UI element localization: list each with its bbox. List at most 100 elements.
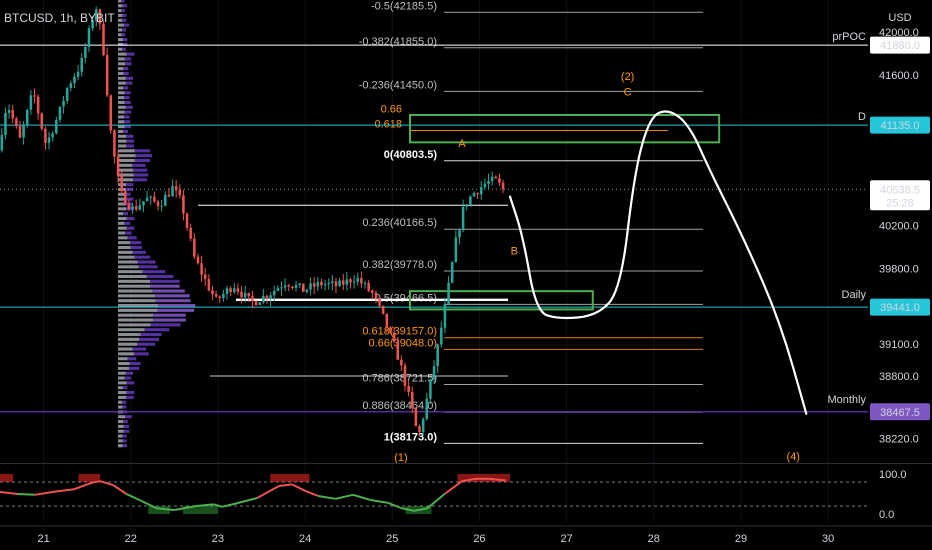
volume-profile-bar-grey xyxy=(118,81,126,85)
volume-profile-bar-purple xyxy=(123,429,130,433)
price-label-text[interactable]: 41135.0 xyxy=(881,120,920,132)
volume-profile-bar-grey xyxy=(118,400,123,404)
volume-profile-bar-purple xyxy=(122,400,127,404)
candle-bear xyxy=(156,201,160,207)
overbought-zone xyxy=(0,474,14,482)
volume-profile-bar-grey xyxy=(118,265,139,269)
candle-bear xyxy=(247,292,251,297)
volume-profile-bar-grey xyxy=(118,231,126,235)
price-label-text[interactable]: 41880.0 xyxy=(880,40,920,52)
price-tick-label[interactable]: 41600.0 xyxy=(879,70,919,82)
candle-bear xyxy=(182,195,185,214)
fib-level-label: 0(40803.5) xyxy=(384,149,438,161)
candle-bull xyxy=(345,279,349,285)
candle-bear xyxy=(320,281,323,286)
candle-bear xyxy=(396,341,399,360)
candle-bull xyxy=(160,205,163,207)
volume-profile-bar-grey xyxy=(118,342,138,346)
volume-profile-bar-grey xyxy=(118,178,134,182)
fib-level-label: -0.5(42185.5) xyxy=(371,0,437,12)
volume-profile-bar-purple xyxy=(132,347,147,351)
candle-bear xyxy=(302,283,305,292)
volume-profile-bar-purple xyxy=(130,245,142,250)
candle-bear xyxy=(385,313,389,328)
oscillator-tick-label[interactable]: 100.0 xyxy=(879,469,907,481)
fib-level-label: 1(38173.0) xyxy=(384,431,438,443)
price-tick-label[interactable]: 38800.0 xyxy=(879,371,919,383)
price-tick-label[interactable]: 39100.0 xyxy=(879,339,919,351)
time-tick-label[interactable]: 21 xyxy=(37,533,49,545)
price-label-text[interactable]: 39441.0 xyxy=(880,302,920,314)
volume-profile-bar-grey xyxy=(118,28,123,32)
candle-bear xyxy=(403,365,407,386)
volume-profile-bar-grey xyxy=(118,86,124,90)
volume-profile-bar-purple xyxy=(122,13,127,17)
fib-level-label: 0.66 xyxy=(381,104,402,116)
candle-bull xyxy=(294,285,298,288)
candle-bear xyxy=(218,296,222,299)
time-tick-label[interactable]: 25 xyxy=(386,533,398,545)
volume-profile-bar-purple xyxy=(122,439,127,443)
candle-bull xyxy=(352,281,356,283)
oscillator-tick-label[interactable]: 0.0 xyxy=(879,509,894,521)
volume-profile-bar-grey xyxy=(118,366,130,370)
volume-profile-bar-purple xyxy=(124,120,131,124)
volume-profile-bar-grey xyxy=(118,371,126,375)
price-tick-label[interactable]: 39800.0 xyxy=(879,264,919,276)
time-tick-label[interactable]: 29 xyxy=(735,533,747,545)
volume-profile-bar-purple xyxy=(124,376,132,380)
time-tick-label[interactable]: 26 xyxy=(473,533,485,545)
price-label-text[interactable]: 40538.5 xyxy=(880,184,920,196)
volume-profile-bar-purple xyxy=(140,332,162,337)
volume-profile-bar-purple xyxy=(124,57,131,61)
volume-profile-bar-grey xyxy=(118,255,135,259)
volume-profile-bar-grey xyxy=(118,38,123,42)
time-tick-label[interactable]: 24 xyxy=(299,533,311,545)
volume-profile-bar-grey xyxy=(118,386,123,390)
candle-bull xyxy=(163,194,167,206)
volume-profile-bar-purple xyxy=(127,357,137,361)
candle-bear xyxy=(207,278,211,291)
time-tick-label[interactable]: 30 xyxy=(822,533,834,545)
time-tick-label[interactable]: 28 xyxy=(648,533,660,545)
candle-bear xyxy=(287,285,291,287)
volume-profile-bar-grey xyxy=(118,173,134,177)
price-tick-label[interactable]: 38220.0 xyxy=(879,433,919,445)
time-tick-label[interactable]: 27 xyxy=(560,533,572,545)
candle-bear xyxy=(196,256,200,264)
currency-label[interactable]: USD xyxy=(888,12,911,24)
candle-bear xyxy=(381,305,385,314)
fib-level-label: -0.382(41855.0) xyxy=(359,36,437,48)
time-tick-label[interactable]: 23 xyxy=(212,533,224,545)
candle-bull xyxy=(458,230,461,238)
volume-profile-bar-purple xyxy=(144,328,170,332)
candle-bear xyxy=(178,190,182,196)
volume-profile-bar-purple xyxy=(125,81,133,85)
candle-bull xyxy=(131,206,134,209)
volume-profile-bar-grey xyxy=(118,47,123,51)
fib-level-label: 0.786(38721.5) xyxy=(362,372,437,384)
volume-profile-bar-grey xyxy=(118,154,136,158)
candle-bear xyxy=(360,278,363,284)
candle-bull xyxy=(305,289,309,292)
candle-bear xyxy=(414,407,418,427)
price-tick-label[interactable]: 40200.0 xyxy=(879,221,919,233)
price-label-text[interactable]: 38467.5 xyxy=(880,407,920,419)
volume-profile-bar-purple xyxy=(134,255,151,259)
time-tick-label[interactable]: 22 xyxy=(125,533,137,545)
volume-profile-bar-purple xyxy=(126,139,135,143)
overbought-zone xyxy=(270,474,310,482)
candle-bull xyxy=(145,197,149,202)
volume-profile-bar-purple xyxy=(134,352,149,356)
candle-bear xyxy=(291,286,294,288)
volume-profile-bar-grey xyxy=(118,241,131,245)
volume-profile-bar-purple xyxy=(122,405,127,409)
candle-bull xyxy=(55,119,58,134)
candle-bear xyxy=(124,191,127,205)
chart-canvas[interactable]: -0.5(42185.5) -0.382(41855.0) -0.236(41450… xyxy=(0,0,932,550)
volume-profile-bar-purple xyxy=(153,318,186,322)
candle-bull xyxy=(149,196,152,198)
volume-profile-bar-grey xyxy=(118,139,127,143)
candle-bull xyxy=(327,283,330,285)
volume-profile-bar-grey xyxy=(118,0,122,3)
